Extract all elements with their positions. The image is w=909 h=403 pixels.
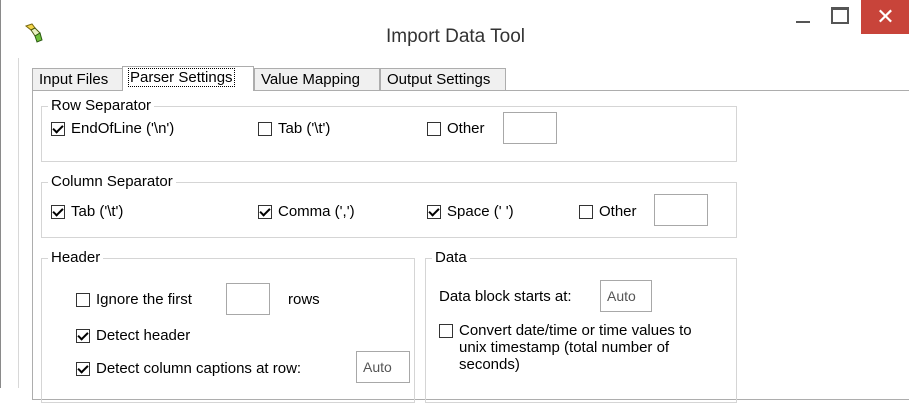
import-data-tool-window: Import Data Tool ✕ Input Files Parser Se… (0, 0, 909, 403)
checkbox-label: Space (' ') (447, 203, 514, 220)
close-button[interactable]: ✕ (861, 0, 909, 34)
data-group: Data Data block starts at: Auto Convert … (425, 249, 737, 403)
caption-row-input[interactable]: Auto (356, 351, 410, 383)
checkbox-box (76, 361, 90, 376)
tab-input-files[interactable]: Input Files (32, 68, 124, 90)
row-tab-checkbox[interactable]: Tab ('\t') (258, 120, 330, 137)
checkbox-label: Tab ('\t') (71, 203, 124, 220)
checkbox-box (51, 204, 65, 219)
rows-label: rows (288, 291, 320, 308)
detect-header-checkbox[interactable]: Detect header (76, 327, 190, 344)
parser-settings-page: Row Separator EndOfLine ('\n') Tab ('\t'… (32, 90, 909, 403)
tab-label: Parser Settings (128, 68, 235, 87)
data-title: Data (432, 249, 470, 267)
title-bar[interactable]: Import Data Tool ✕ (1, 0, 909, 58)
row-separator-group: Row Separator EndOfLine ('\n') Tab ('\t'… (41, 97, 737, 162)
row-endofline-checkbox[interactable]: EndOfLine ('\n') (51, 120, 174, 137)
row-separator-title: Row Separator (48, 97, 155, 115)
tab-value-mapping[interactable]: Value Mapping (254, 68, 380, 90)
col-other-input[interactable] (654, 194, 708, 226)
row-other-input[interactable] (503, 112, 557, 144)
tab-label: Value Mapping (261, 71, 360, 88)
checkbox-label: Comma (',') (278, 203, 355, 220)
col-comma-checkbox[interactable]: Comma (',') (258, 203, 355, 220)
checkbox-label: Convert date/time or time values to unix… (459, 322, 692, 373)
window-title: Import Data Tool (385, 26, 526, 47)
data-block-start-input[interactable]: Auto (600, 280, 652, 312)
checkbox-box (258, 204, 272, 219)
detect-captions-checkbox[interactable]: Detect column captions at row: (76, 360, 301, 377)
client-area: Input Files Parser Settings Value Mappin… (18, 58, 909, 403)
col-tab-checkbox[interactable]: Tab ('\t') (51, 203, 123, 220)
checkbox-box (439, 324, 453, 338)
checkbox-label: Detect header (96, 327, 191, 344)
data-block-start-label: Data block starts at: (439, 288, 572, 305)
checkbox-label: Detect column captions at row: (96, 360, 302, 377)
checkbox-box (427, 121, 441, 136)
header-group: Header Ignore the first rows Detect head… (41, 249, 415, 403)
checkbox-box (76, 328, 90, 343)
checkbox-label: Other (447, 120, 485, 137)
checkbox-box (427, 204, 441, 219)
maximize-button[interactable] (823, 0, 857, 34)
tab-output-settings[interactable]: Output Settings (380, 68, 506, 90)
tab-parser-settings[interactable]: Parser Settings (122, 66, 254, 91)
convert-timestamp-checkbox[interactable]: Convert date/time or time values to unix… (439, 322, 709, 373)
row-other-checkbox[interactable]: Other (427, 120, 485, 137)
close-icon: ✕ (876, 4, 895, 29)
column-separator-group: Column Separator Tab ('\t') Comma (',') … (41, 173, 737, 238)
col-other-checkbox[interactable]: Other (579, 203, 637, 220)
checkbox-label: EndOfLine ('\n') (71, 120, 175, 137)
tab-label: Input Files (39, 71, 109, 88)
checkbox-box (258, 121, 272, 136)
column-separator-title: Column Separator (48, 173, 176, 191)
checkbox-label: Tab ('\t') (278, 120, 331, 137)
checkbox-box (579, 204, 593, 219)
tab-label: Output Settings (387, 71, 491, 88)
checkbox-label: Other (599, 203, 637, 220)
checkbox-label: Ignore the first (96, 291, 192, 308)
checkbox-box (76, 292, 90, 307)
minimize-button[interactable] (788, 0, 822, 34)
ignore-first-checkbox[interactable]: Ignore the first (76, 291, 192, 308)
header-title: Header (48, 249, 104, 267)
ignore-first-rows-input[interactable] (226, 283, 270, 315)
col-space-checkbox[interactable]: Space (' ') (427, 203, 514, 220)
checkbox-box (51, 121, 65, 136)
